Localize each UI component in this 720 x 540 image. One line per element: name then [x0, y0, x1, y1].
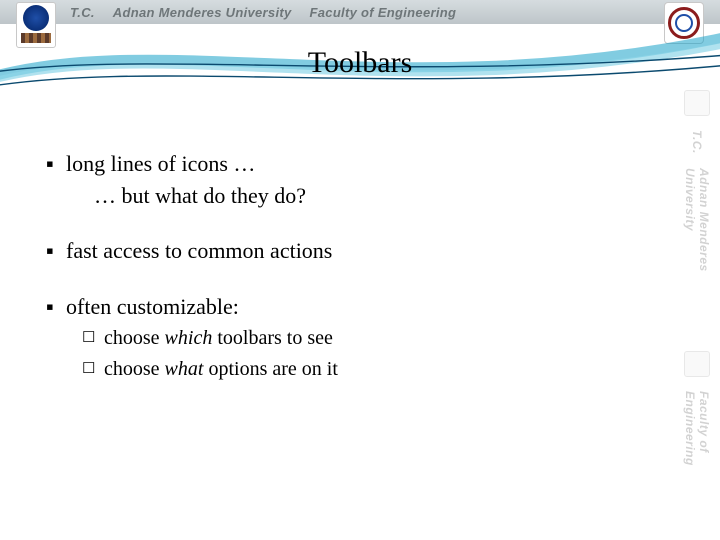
header-text: T.C. Adnan Menderes University Faculty o… [70, 5, 456, 20]
bullet-marker-icon: ▪ [46, 237, 66, 265]
engineering-gear-icon [664, 2, 704, 44]
watermark-tc: T.C. [690, 130, 704, 154]
university-crest-icon [16, 2, 56, 48]
watermark-faculty: Faculty of Engineering [683, 391, 711, 530]
header-band: T.C. Adnan Menderes University Faculty o… [0, 0, 720, 24]
sub-bullet-1: ☐ choose which toolbars to see [82, 326, 660, 351]
bullet-3-text: often customizable: [66, 293, 239, 321]
box-marker-icon: ☐ [82, 357, 104, 382]
bullet-3: ▪ often customizable: [46, 293, 660, 321]
bullet-1-text: long lines of icons … [66, 150, 255, 178]
slide: T.C. Adnan Menderes University Faculty o… [0, 0, 720, 540]
watermark-university: Adnan Menderes University [683, 168, 711, 337]
slide-title: Toolbars [0, 46, 720, 80]
bullet-1-cont: … but what do they do? [94, 182, 660, 210]
box-marker-icon: ☐ [82, 326, 104, 351]
sub-bullet-2: ☐ choose what options are on it [82, 357, 660, 382]
bullet-2: ▪ fast access to common actions [46, 237, 660, 265]
bullet-1: ▪ long lines of icons … [46, 150, 660, 178]
slide-body: ▪ long lines of icons … … but what do th… [46, 150, 660, 382]
watermark-gear-icon [684, 351, 710, 377]
header-faculty: Faculty of Engineering [310, 5, 457, 20]
sub-bullet-1-text: choose which toolbars to see [104, 326, 333, 351]
watermark-crest-icon [684, 90, 710, 116]
header-university: Adnan Menderes University [113, 5, 292, 20]
bullet-marker-icon: ▪ [46, 293, 66, 321]
watermark-right: T.C. Adnan Menderes University Faculty o… [680, 90, 714, 530]
bullet-marker-icon: ▪ [46, 150, 66, 178]
sub-bullet-2-text: choose what options are on it [104, 357, 338, 382]
bullet-2-text: fast access to common actions [66, 237, 332, 265]
header-tc: T.C. [70, 5, 95, 20]
